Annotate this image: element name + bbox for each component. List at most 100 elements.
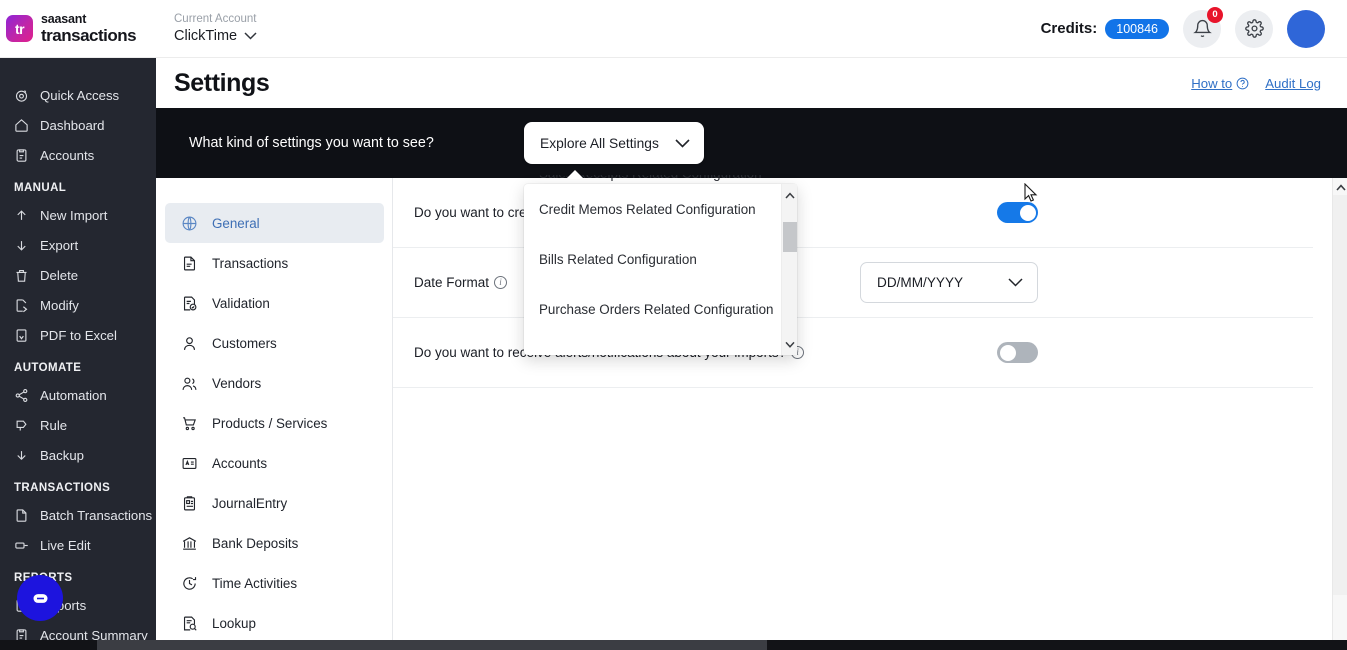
sidebar-item-new-import[interactable]: New Import bbox=[0, 200, 156, 230]
explore-settings-select[interactable]: Explore All Settings bbox=[524, 122, 704, 164]
tab-label: Customers bbox=[212, 335, 277, 351]
tab-label: Validation bbox=[212, 295, 270, 311]
brand-line1: saasant bbox=[41, 12, 87, 27]
setting-control-auto-create bbox=[997, 202, 1038, 223]
tab-journalentry[interactable]: JournalEntry bbox=[165, 483, 384, 523]
sidebar-label: Delete bbox=[40, 267, 79, 283]
current-account-switcher[interactable]: Current Account ClickTime bbox=[174, 13, 257, 45]
tab-label: Bank Deposits bbox=[212, 535, 299, 551]
tab-time-activities[interactable]: Time Activities bbox=[165, 563, 384, 603]
settings-filter-question: What kind of settings you want to see? bbox=[189, 135, 434, 151]
credits-value: 100846 bbox=[1105, 18, 1169, 39]
dropdown-scroll-down-arrow[interactable] bbox=[782, 335, 798, 353]
gear-icon bbox=[1244, 19, 1264, 38]
tab-lookup[interactable]: Lookup bbox=[165, 603, 384, 642]
sidebar-item-account-summary[interactable]: Account Summary bbox=[0, 620, 156, 642]
alerts-toggle[interactable] bbox=[997, 342, 1038, 363]
tab-products-services[interactable]: Products / Services bbox=[165, 403, 384, 443]
sidebar-item-delete[interactable]: Delete bbox=[0, 260, 156, 290]
page-vertical-scrollbar[interactable] bbox=[1332, 178, 1347, 642]
document-icon bbox=[16, 508, 27, 522]
auto-create-toggle[interactable] bbox=[997, 202, 1038, 223]
tab-vendors[interactable]: Vendors bbox=[165, 363, 384, 403]
horizontal-scroll-thumb[interactable] bbox=[97, 640, 767, 650]
dropdown-item-credit-memos[interactable]: Credit Memos Related Configuration bbox=[524, 184, 797, 234]
sidebar-item-dashboard[interactable]: Dashboard bbox=[0, 110, 156, 140]
dropdown-scrollbar[interactable] bbox=[781, 184, 797, 355]
sidebar-section-automate: AUTOMATE bbox=[14, 362, 82, 374]
settings-tabs-panel: General Transactions Validation Customer… bbox=[157, 178, 393, 642]
chevron-down-icon bbox=[244, 32, 257, 40]
settings-gear-button[interactable] bbox=[1235, 9, 1273, 48]
sidebar-label: Backup bbox=[40, 447, 84, 463]
notification-badge: 0 bbox=[1207, 6, 1223, 23]
audit-log-link[interactable]: Audit Log bbox=[1265, 76, 1321, 91]
sidebar-item-modify[interactable]: Modify bbox=[0, 290, 156, 320]
validation-icon bbox=[183, 296, 197, 310]
sidebar-label: Accounts bbox=[40, 147, 95, 163]
sidebar-item-live-edit[interactable]: Live Edit bbox=[0, 530, 156, 560]
upload-icon bbox=[17, 209, 26, 220]
setting-control-date-format: DD/MM/YYYY bbox=[860, 262, 1038, 303]
app-root: tr saasant transactions Current Account … bbox=[0, 0, 1347, 650]
dropdown-item-purchase-orders[interactable]: Purchase Orders Related Configuration bbox=[524, 284, 797, 334]
info-icon[interactable]: i bbox=[494, 275, 508, 289]
document-icon bbox=[183, 256, 196, 270]
how-to-link[interactable]: How to bbox=[1191, 76, 1249, 91]
user-avatar[interactable] bbox=[1287, 9, 1325, 48]
tab-accounts[interactable]: Accounts bbox=[165, 443, 384, 483]
sidebar-item-rule[interactable]: Rule bbox=[0, 410, 156, 440]
tab-label: JournalEntry bbox=[212, 495, 288, 511]
notifications-button[interactable]: 0 bbox=[1183, 6, 1223, 48]
tab-customers[interactable]: Customers bbox=[165, 323, 384, 363]
date-format-select[interactable]: DD/MM/YYYY bbox=[860, 262, 1038, 303]
sidebar-item-pdf-to-excel[interactable]: PDF to Excel bbox=[0, 320, 156, 350]
tab-label: Products / Services bbox=[212, 415, 328, 431]
tab-validation[interactable]: Validation bbox=[165, 283, 384, 323]
chevron-down-icon bbox=[1008, 278, 1023, 287]
setting-label-line1: Date Format bbox=[414, 274, 490, 290]
brand-logo[interactable]: tr saasant transactions bbox=[0, 13, 156, 44]
logo-mark-icon: tr bbox=[6, 15, 33, 42]
sidebar-label: Automation bbox=[40, 387, 107, 403]
download-icon bbox=[17, 240, 26, 251]
sidebar-label: PDF to Excel bbox=[40, 327, 117, 343]
dropdown-caret bbox=[566, 170, 584, 179]
sidebar-item-backup[interactable]: Backup bbox=[0, 440, 156, 470]
pdf-icon bbox=[16, 328, 27, 342]
sidebar-label: Modify bbox=[40, 297, 79, 313]
current-account-row[interactable]: ClickTime bbox=[174, 28, 257, 45]
users-icon bbox=[182, 377, 197, 390]
explore-settings-value: Explore All Settings bbox=[540, 135, 659, 151]
account-icon bbox=[182, 457, 197, 469]
sidebar-item-quick-access[interactable]: Quick Access bbox=[0, 80, 156, 110]
setting-label-date-format: Date Format i bbox=[414, 273, 508, 293]
page-horizontal-scrollbar[interactable] bbox=[0, 640, 1347, 650]
chat-support-button[interactable] bbox=[17, 575, 63, 621]
toggle-knob bbox=[999, 344, 1016, 361]
file-edit-icon bbox=[16, 298, 28, 312]
dropdown-item-bills[interactable]: Bills Related Configuration bbox=[524, 234, 797, 284]
dropdown-scroll-thumb[interactable] bbox=[783, 222, 797, 252]
tab-bank-deposits[interactable]: Bank Deposits bbox=[165, 523, 384, 563]
tab-label: Lookup bbox=[212, 615, 256, 631]
sidebar-item-automation[interactable]: Automation bbox=[0, 380, 156, 410]
chevron-up-icon bbox=[1335, 184, 1346, 191]
scroll-track[interactable] bbox=[1333, 195, 1347, 595]
scroll-up-arrow[interactable] bbox=[1333, 180, 1347, 195]
sidebar-item-accounts[interactable]: Accounts bbox=[0, 140, 156, 170]
sidebar-label: Rule bbox=[40, 417, 68, 433]
top-bar: tr saasant transactions Current Account … bbox=[0, 0, 1347, 58]
sidebar-section-manual: MANUAL bbox=[14, 182, 67, 194]
tab-label: Accounts bbox=[212, 455, 268, 471]
tab-general[interactable]: General bbox=[165, 203, 384, 243]
tab-transactions[interactable]: Transactions bbox=[165, 243, 384, 283]
bell-icon bbox=[1192, 19, 1212, 38]
top-bar-actions: Credits: 100846 0 bbox=[1041, 6, 1347, 48]
dropdown-scroll-up-arrow[interactable] bbox=[782, 186, 798, 204]
sidebar-item-batch-transactions[interactable]: Batch Transactions bbox=[0, 500, 156, 530]
clock-icon bbox=[183, 576, 197, 590]
page-title: Settings bbox=[174, 68, 270, 97]
sidebar-item-export[interactable]: Export bbox=[0, 230, 156, 260]
sidebar-label: Quick Access bbox=[40, 87, 120, 103]
